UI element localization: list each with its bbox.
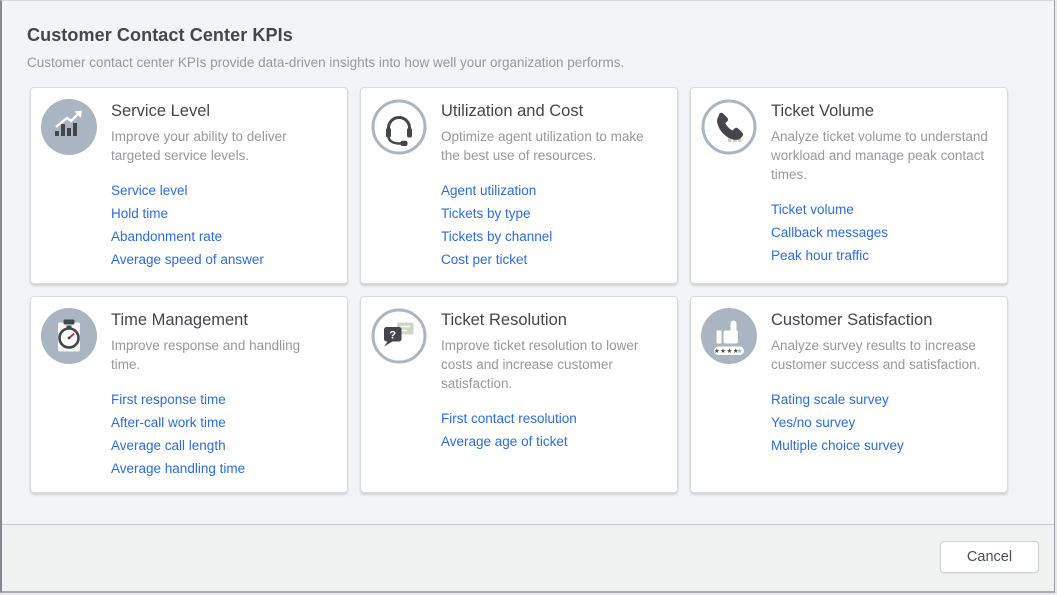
- kpi-link-rating-scale-survey[interactable]: Rating scale survey: [771, 393, 991, 407]
- kpi-link-agent-utilization[interactable]: Agent utilization: [441, 184, 661, 198]
- card-title: Time Management: [111, 309, 331, 331]
- card-links: Rating scale survey Yes/no survey Multip…: [771, 393, 991, 453]
- kpi-link-average-call-length[interactable]: Average call length: [111, 439, 331, 453]
- svg-text:★★★★: ★★★★: [714, 347, 739, 355]
- card-links: First contact resolution Average age of …: [441, 412, 661, 449]
- card-utilization-and-cost: Utilization and Cost Optimize agent util…: [360, 87, 678, 284]
- card-customer-satisfaction: ★★★★ ★ Customer Satisfaction Analyze sur…: [690, 296, 1008, 493]
- kpi-link-peak-hour-traffic[interactable]: Peak hour traffic: [771, 249, 991, 263]
- headset-icon: [371, 99, 427, 155]
- cancel-button[interactable]: Cancel: [940, 541, 1039, 573]
- svg-text:?: ?: [389, 330, 396, 342]
- kpi-card-grid: Service Level Improve your ability to de…: [30, 87, 1008, 493]
- kpi-link-tickets-by-channel[interactable]: Tickets by channel: [441, 230, 661, 244]
- bar-chart-growth-icon: [41, 99, 97, 155]
- kpi-link-hold-time[interactable]: Hold time: [111, 207, 331, 221]
- card-title: Customer Satisfaction: [771, 309, 991, 331]
- card-links: First response time After-call work time…: [111, 393, 331, 476]
- phone-volume-icon: [701, 99, 757, 155]
- card-time-management: Time Management Improve response and han…: [30, 296, 348, 493]
- card-title: Utilization and Cost: [441, 100, 661, 122]
- page-title: Customer Contact Center KPIs: [27, 25, 293, 46]
- page-subtitle: Customer contact center KPIs provide dat…: [27, 55, 624, 70]
- footer-bar: Cancel: [2, 524, 1054, 591]
- kpi-link-service-level[interactable]: Service level: [111, 184, 331, 198]
- kpi-picker-window: Customer Contact Center KPIs Customer co…: [0, 0, 1055, 593]
- kpi-link-cost-per-ticket[interactable]: Cost per ticket: [441, 253, 661, 267]
- card-description: Analyze ticket volume to understand work…: [771, 127, 991, 184]
- thumbs-up-rating-icon: ★★★★ ★: [701, 308, 757, 364]
- card-title: Ticket Volume: [771, 100, 991, 122]
- card-ticket-resolution: ? Ticket Resolution Improve ticket resol…: [360, 296, 678, 493]
- card-description: Improve response and handling time.: [111, 336, 331, 374]
- card-ticket-volume: Ticket Volume Analyze ticket volume to u…: [690, 87, 1008, 284]
- card-links: Service level Hold time Abandonment rate…: [111, 184, 331, 267]
- svg-text:★: ★: [737, 347, 743, 355]
- kpi-link-ticket-volume[interactable]: Ticket volume: [771, 203, 991, 217]
- card-links: Agent utilization Tickets by type Ticket…: [441, 184, 661, 267]
- kpi-link-multiple-choice-survey[interactable]: Multiple choice survey: [771, 439, 991, 453]
- kpi-link-tickets-by-type[interactable]: Tickets by type: [441, 207, 661, 221]
- kpi-link-after-call-work-time[interactable]: After-call work time: [111, 416, 331, 430]
- card-description: Optimize agent utilization to make the b…: [441, 127, 661, 165]
- card-title: Ticket Resolution: [441, 309, 661, 331]
- card-service-level: Service Level Improve your ability to de…: [30, 87, 348, 284]
- kpi-link-average-age-of-ticket[interactable]: Average age of ticket: [441, 435, 661, 449]
- card-title: Service Level: [111, 100, 331, 122]
- kpi-link-callback-messages[interactable]: Callback messages: [771, 226, 991, 240]
- card-description: Analyze survey results to increase custo…: [771, 336, 991, 374]
- card-links: Ticket volume Callback messages Peak hou…: [771, 203, 991, 263]
- chat-question-icon: ?: [371, 308, 427, 364]
- card-description: Improve ticket resolution to lower costs…: [441, 336, 661, 393]
- kpi-link-average-speed-of-answer[interactable]: Average speed of answer: [111, 253, 331, 267]
- kpi-link-first-contact-resolution[interactable]: First contact resolution: [441, 412, 661, 426]
- stopwatch-clipboard-icon: [41, 308, 97, 364]
- kpi-link-abandonment-rate[interactable]: Abandonment rate: [111, 230, 331, 244]
- kpi-link-yes-no-survey[interactable]: Yes/no survey: [771, 416, 991, 430]
- card-description: Improve your ability to deliver targeted…: [111, 127, 331, 165]
- kpi-link-first-response-time[interactable]: First response time: [111, 393, 331, 407]
- kpi-link-average-handling-time[interactable]: Average handling time: [111, 462, 331, 476]
- main-content: Customer Contact Center KPIs Customer co…: [2, 1, 1054, 525]
